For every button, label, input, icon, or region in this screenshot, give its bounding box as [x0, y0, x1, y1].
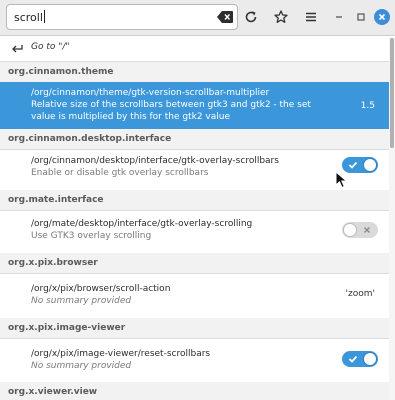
header-bar: scroll: [0, 0, 395, 36]
search-input-text: scroll: [14, 11, 43, 24]
star-icon: [274, 10, 288, 23]
key-path: /org/mate/desktop/interface/gtk-overlay-…: [31, 219, 253, 229]
section-header: org.mate.interface: [0, 190, 389, 210]
bookmark-button[interactable]: [270, 6, 292, 28]
key-path: /org/cinnamon/desktop/interface/gtk-over…: [31, 156, 279, 166]
section-header-label: org.x.pix.browser: [8, 258, 98, 268]
key-summary: No summary provided: [31, 361, 132, 371]
toggle-knob: [363, 352, 377, 366]
key-summary-line-1: Relative size of the scrollbars between …: [31, 100, 311, 110]
key-value: 'zoom': [345, 289, 375, 299]
section-header-label: org.x.viewer.view: [8, 387, 98, 397]
mouse-pointer-icon: [335, 171, 348, 189]
goto-root-label: Go to "/": [31, 42, 70, 52]
key-path: /org/cinnamon/theme/gtk-version-scrollba…: [31, 88, 270, 98]
section-header: org.cinnamon.theme: [0, 62, 389, 82]
section-header: org.x.pix.image-viewer: [0, 318, 389, 338]
scrollbar[interactable]: [389, 37, 395, 400]
text-caret: [43, 10, 45, 23]
x-icon: [364, 227, 370, 233]
back-arrow-icon: [12, 45, 23, 53]
section-header-label: org.cinnamon.desktop.interface: [8, 134, 172, 144]
section-header-label: org.cinnamon.theme: [8, 67, 114, 77]
toggle-knob: [343, 223, 357, 237]
key-row-reset-scrollbars[interactable]: /org/x/pix/image-viewer/reset-scrollbars…: [0, 339, 389, 382]
key-path: /org/x/pix/browser/scroll-action: [31, 284, 171, 294]
minimize-icon: [336, 16, 342, 18]
toggle-switch[interactable]: [342, 351, 378, 367]
section-header-label: org.mate.interface: [8, 195, 104, 205]
maximize-button[interactable]: [353, 9, 369, 25]
key-summary: Use GTK3 overlay scrolling: [31, 231, 152, 241]
key-row-gtk-overlay-scrolling[interactable]: /org/mate/desktop/interface/gtk-overlay-…: [0, 211, 389, 253]
section-header-label: org.x.pix.image-viewer: [8, 323, 126, 333]
minimize-button[interactable]: [331, 9, 347, 25]
close-icon: [378, 13, 386, 21]
key-summary-line-2: value is multiplied by this for the gtk2…: [31, 112, 230, 122]
check-icon: [348, 355, 358, 363]
results-list: Go to "/" org.cinnamon.theme /org/cinnam…: [0, 37, 395, 400]
search-input[interactable]: scroll: [6, 4, 238, 30]
section-header: org.x.viewer.view: [0, 382, 389, 400]
key-row-gtk-version-scrollbar-multiplier[interactable]: /org/cinnamon/theme/gtk-version-scrollba…: [0, 82, 389, 129]
menu-button[interactable]: [300, 6, 322, 28]
goto-root-row[interactable]: Go to "/": [0, 37, 395, 59]
toggle-switch[interactable]: [342, 222, 378, 238]
toggle-knob: [363, 158, 377, 172]
key-row-scroll-action[interactable]: /org/x/pix/browser/scroll-action No summ…: [0, 274, 389, 318]
hamburger-menu-icon: [306, 12, 316, 22]
reload-button[interactable]: [240, 6, 262, 28]
key-value: 1.5: [360, 101, 375, 111]
section-header: org.x.pix.browser: [0, 253, 389, 273]
key-row-gtk-overlay-scrollbars[interactable]: /org/cinnamon/desktop/interface/gtk-over…: [0, 150, 389, 190]
close-button[interactable]: [374, 9, 390, 25]
check-icon: [348, 161, 358, 169]
key-summary: Enable or disable gtk overlay scrollbars: [31, 168, 209, 178]
key-path: /org/x/pix/image-viewer/reset-scrollbars: [31, 349, 211, 359]
reload-icon: [245, 11, 257, 23]
clear-search-icon[interactable]: [216, 9, 234, 25]
scrollbar-thumb[interactable]: [390, 38, 394, 148]
maximize-icon: [357, 13, 365, 21]
section-header: org.cinnamon.desktop.interface: [0, 129, 389, 149]
key-summary: No summary provided: [31, 296, 132, 306]
